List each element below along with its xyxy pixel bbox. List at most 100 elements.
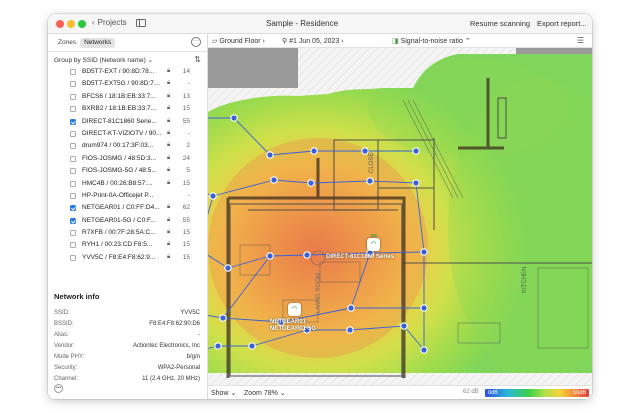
survey-icon: ⚲ (282, 38, 288, 45)
network-row[interactable]: RYH1 / 00:23:CD:F8:5... 🔒︎ 15 (48, 239, 207, 251)
lock-icon: 🔒︎ (167, 142, 171, 149)
network-row[interactable]: HMC4B / 00:26:B8:57:... 🔒︎ 15 (48, 178, 207, 190)
export-report-button[interactable]: Export report... (537, 19, 587, 28)
network-row[interactable]: NETGEAR01 / C0:FF:D4... 🔒︎ 62 (48, 202, 207, 214)
more-options-icon[interactable]: ··· (191, 37, 201, 47)
survey-point[interactable] (361, 147, 369, 155)
network-checkbox[interactable] (70, 106, 76, 113)
survey-point[interactable] (270, 176, 278, 184)
survey-point[interactable] (347, 304, 355, 312)
ap-label: NETGEAR01 (270, 319, 307, 325)
survey-point[interactable] (366, 177, 374, 185)
network-checkbox[interactable] (70, 217, 76, 224)
network-checkbox[interactable] (70, 81, 76, 88)
survey-point[interactable] (412, 147, 420, 155)
wifi-icon: ◠ (292, 306, 297, 312)
sort-icon[interactable]: ⇅ (194, 55, 201, 64)
network-checkbox[interactable] (70, 242, 76, 249)
sidebar-toggle-icon[interactable] (136, 19, 146, 27)
tab-zones[interactable]: Zones (54, 38, 80, 48)
network-checkbox[interactable] (70, 69, 76, 75)
network-row[interactable]: FIOS-JOSMG / 48:5D:3... 🔒︎ 24 (48, 153, 207, 165)
info-row: SSID: YVV5C (54, 310, 200, 319)
network-row[interactable]: DIRECT-81C1860 Serie... 🔒︎ 55 (48, 116, 207, 128)
network-row[interactable]: BXRB2 / 18:1B:EB:33:7... 🔒︎ 15 (48, 103, 207, 115)
visualization-label: Signal-to-noise ratio (400, 38, 463, 45)
survey-point[interactable] (307, 179, 315, 187)
network-row[interactable]: R7XFB / 00:7F:28:5A:C... 🔒︎ 15 (48, 227, 207, 239)
network-checkbox[interactable] (70, 205, 76, 212)
info-key: Channel: (54, 376, 79, 382)
survey-point[interactable] (420, 248, 428, 256)
network-row[interactable]: BD5T7-EXT / 90:8D:78... 🔒︎ 14 (48, 66, 207, 78)
network-count: 15 (182, 229, 190, 237)
network-name: NETGEAR01 / C0:FF:D4... (82, 204, 160, 212)
porch-shading (208, 48, 298, 88)
breadcrumb: ▱ Ground Floor › ⚲ #1 Jun 05, 2023 › ◨ S… (208, 34, 592, 48)
survey-point[interactable] (400, 322, 408, 330)
close-window-button[interactable] (56, 20, 64, 28)
network-row[interactable]: BD5T7-EXT5G / 90:8D:78... 🔒︎ - (48, 78, 207, 90)
network-checkbox[interactable] (70, 155, 76, 162)
network-name: BXRB2 / 18:1B:EB:33:7... (82, 105, 157, 113)
floor-selector[interactable]: ▱ Ground Floor › (212, 37, 265, 45)
survey-point[interactable] (248, 342, 256, 350)
network-row[interactable]: drum974 / 00:17:3F:03... 🔒︎ 2 (48, 140, 207, 152)
resume-scanning-button[interactable]: Resume scanning (470, 19, 530, 28)
network-checkbox[interactable] (70, 180, 76, 187)
floorplan-icon: ▱ (212, 38, 218, 45)
network-row[interactable]: DIRECT-KT-VIZIOTV / 90... 🔒︎ - (48, 128, 207, 140)
survey-point[interactable] (214, 342, 222, 350)
network-count: - (187, 129, 190, 137)
network-row[interactable]: NETGEAR01-5G / C0:F... 🔒︎ 55 (48, 215, 207, 227)
access-point-icon[interactable]: ◠ (367, 238, 380, 251)
group-by-dropdown[interactable]: Group by SSID (Network name) ⌄ (54, 56, 153, 64)
network-checkbox[interactable] (70, 192, 76, 199)
network-checkbox[interactable] (70, 254, 76, 261)
survey-point[interactable] (420, 304, 428, 312)
minimize-window-button[interactable] (67, 20, 75, 28)
network-row[interactable]: BFCS6 / 18:1B:EB:33:7... 🔒︎ 13 (48, 91, 207, 103)
zoom-window-button[interactable] (78, 20, 86, 28)
heatmap-canvas[interactable]: CLOSET LIVING ROOM KITCHEN ◠ 2G DIRECT-8… (208, 48, 592, 385)
filter-settings-icon[interactable]: ☰ (577, 36, 584, 45)
survey-point[interactable] (266, 151, 274, 159)
info-key: Security: (54, 365, 78, 371)
survey-point[interactable] (310, 147, 318, 155)
heatmap-overlay (208, 54, 592, 373)
survey-point[interactable] (346, 326, 354, 334)
network-checkbox[interactable] (70, 118, 76, 125)
survey-selector[interactable]: ⚲ #1 Jun 05, 2023 › (282, 37, 344, 45)
legend-low-tick: 62 dB (463, 389, 479, 395)
zoom-menu[interactable]: Zoom 78% ⌄ (244, 389, 286, 397)
survey-point[interactable] (412, 179, 420, 187)
network-row[interactable]: FIOS-JOSMG-5G / 48:5... 🔒︎ 5 (48, 165, 207, 177)
network-checkbox[interactable] (70, 130, 76, 137)
info-key: Mode PHY: (54, 354, 85, 360)
network-count: 2 (186, 142, 190, 150)
network-checkbox[interactable] (70, 143, 76, 150)
visualization-selector[interactable]: ◨ Signal-to-noise ratio ⌃ (392, 37, 471, 45)
network-checkbox[interactable] (70, 230, 76, 237)
survey-point[interactable] (230, 114, 238, 122)
updown-chevron-icon: ⌃ (464, 38, 471, 45)
floor-label: Ground Floor (219, 38, 261, 45)
survey-point[interactable] (209, 192, 217, 200)
survey-point[interactable] (219, 314, 227, 322)
survey-point[interactable] (266, 252, 274, 260)
network-name: drum974 / 00:17:3F:03... (82, 142, 154, 150)
survey-point[interactable] (420, 346, 428, 354)
tab-networks[interactable]: Networks (80, 38, 116, 48)
network-checkbox[interactable] (70, 168, 76, 175)
network-checkbox[interactable] (70, 93, 76, 100)
back-to-projects-button[interactable]: ‹ Projects (92, 18, 127, 27)
survey-label: #1 Jun 05, 2023 (289, 38, 340, 45)
color-legend[interactable]: 0dB 56dB (485, 389, 589, 397)
survey-point[interactable] (303, 251, 311, 259)
survey-point[interactable] (224, 264, 232, 272)
show-menu[interactable]: Show ⌄ (211, 389, 236, 397)
access-point-icon[interactable]: ◠ (288, 303, 301, 316)
network-row[interactable]: YVV5C / F8:E4:F8:62:9... 🔒︎ 15 (48, 252, 207, 264)
settings-icon[interactable]: ••• (54, 384, 63, 393)
network-row[interactable]: HP-Print-0A-Officejet P... - (48, 190, 207, 202)
